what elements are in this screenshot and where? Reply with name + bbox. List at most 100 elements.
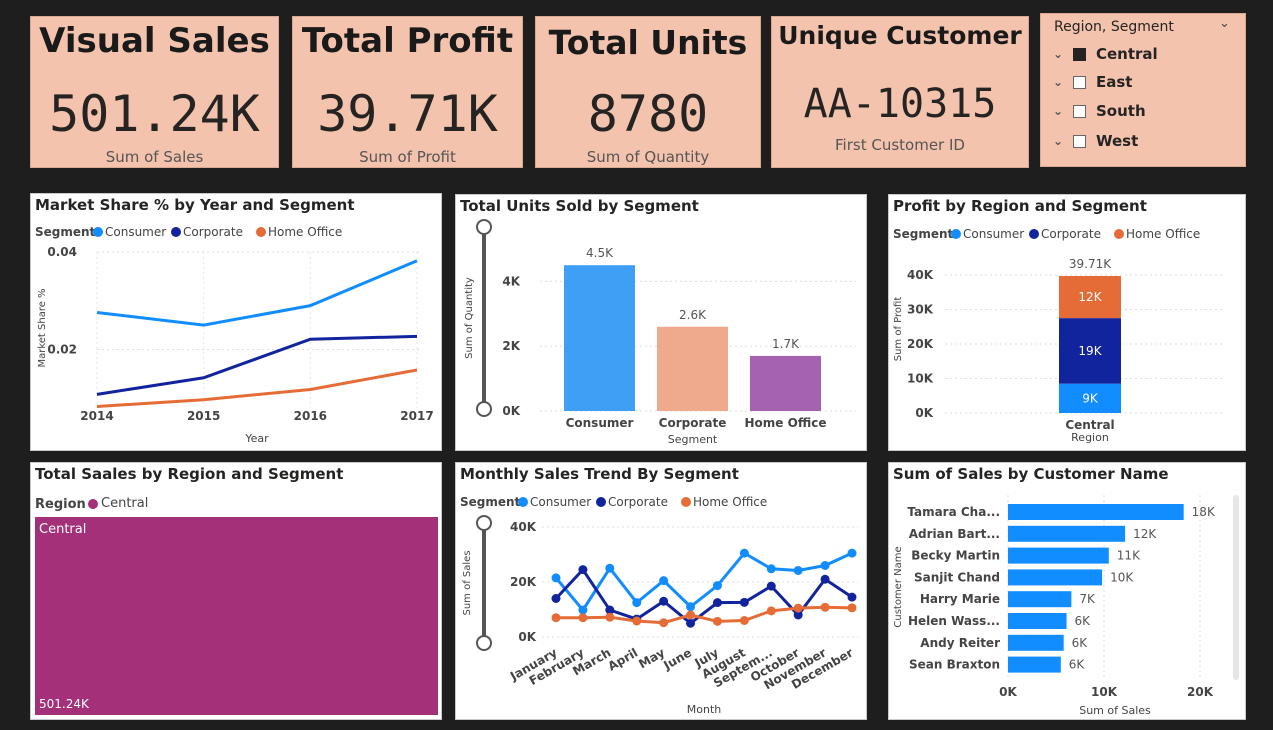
y-tick-label: Andy Reiter [920,636,1000,650]
data-label: 6K [1069,658,1086,672]
x-axis-title: Region [1071,431,1109,444]
x-tick-label: 0K [999,685,1017,699]
kpi-subtitle: First Customer ID [835,136,965,154]
data-point [632,598,642,608]
slicer-item-south[interactable]: ⌄ South [1053,100,1146,122]
legend-item: Corporate [183,225,243,239]
legend-title: Segment [35,225,96,239]
customers-chart: 0K 10K 20K Customer Name Sum of Sales Tamara … [893,495,1216,717]
data-point [847,548,857,558]
data-point [766,564,776,574]
x-tick-label: Home Office [745,416,827,430]
legend-dot-icon [256,227,266,237]
data-point [659,618,669,628]
legend-dot-icon [951,229,961,239]
y-tick-label: 20K [907,337,934,351]
data-point [766,581,776,591]
y-tick-label: 0.02 [47,343,77,357]
bar [1008,525,1126,542]
treemap-tile-central[interactable]: Central 501.24K [35,517,438,715]
treemap-panel: Total Saales by Region and Segment Regio… [30,462,442,720]
checkbox[interactable] [1073,75,1086,89]
kpi-card-customer: Unique Customer AA-10315 First Customer … [771,16,1029,168]
y-axis-title: Market Share % [37,288,48,367]
chevron-down-icon[interactable]: ⌄ [1053,104,1067,118]
data-point [578,613,588,623]
slicer-item-label: Central [1096,45,1158,63]
series-line [96,259,418,327]
x-tick-label: 20K [1187,685,1214,699]
kpi-subtitle: Sum of Quantity [586,148,710,166]
data-point [605,612,615,622]
x-tick-label: 2017 [400,409,433,423]
checkbox[interactable] [1073,104,1086,118]
bar [657,326,728,411]
bar [564,265,635,411]
y-tick-label: 2K [502,339,520,353]
data-point [793,565,803,575]
market-share-panel: Market Share % by Year and Segment Segme… [30,193,442,451]
customers-panel: Sum of Sales by Customer Name 0K 10K 20K Cu… [888,462,1246,720]
y-axis-title: Sum of Quantity [464,277,475,359]
y-axis-title: Customer Name [893,546,904,627]
data-point [632,616,642,626]
data-label: 4.5K [586,246,614,260]
data-label: 12K [1133,527,1157,541]
y-tick-label: Sean Braxton [909,658,1000,672]
x-tick-label: 10K [1091,685,1118,699]
data-label: 6K [1075,614,1092,628]
data-label: 11K [1117,549,1141,563]
y-tick-label: Adrian Bart... [909,527,1000,541]
y-axis-title: Sum of Profit [893,297,904,362]
slicer-item-west[interactable]: ⌄ West [1053,130,1138,152]
x-axis-title: Month [687,703,722,716]
treemap-tile-value: 501.24K [39,697,89,711]
chevron-down-icon[interactable]: ⌄ [1053,134,1067,148]
data-point [605,563,615,573]
data-point [578,565,588,575]
slider-handle [476,515,492,531]
data-point [739,597,749,607]
kpi-value: 8780 [587,85,709,143]
y-tick-label: Sanjit Chand [914,570,1000,584]
y-tick-label: 20K [510,575,537,589]
slicer-item-label: East [1096,73,1133,91]
data-label: 1.7K [772,337,800,351]
kpi-value: 39.71K [317,85,498,143]
x-tick-label: June [660,645,694,672]
legend-item: Central [101,496,149,511]
x-axis-title: Sum of Sales [1079,704,1151,717]
data-label: 10K [1110,570,1134,584]
scrollbar[interactable] [1233,495,1239,680]
x-tick-label: 2014 [80,409,113,423]
y-tick-label: 0K [502,404,520,418]
slicer-item-label: South [1096,102,1146,120]
kpi-card-sales: Visual Sales 501.24K Sum of Sales [30,16,279,168]
chevron-down-icon[interactable]: ⌄ [1053,47,1067,61]
checkbox[interactable] [1073,47,1086,61]
kpi-subtitle: Sum of Sales [105,148,204,166]
legend-item: Home Office [1126,227,1200,241]
kpi-value: 501.24K [49,85,260,143]
y-tick-label: Tamara Cha... [907,505,1000,519]
chevron-down-icon[interactable]: ⌄ [1219,16,1230,31]
legend-dot-icon [171,227,181,237]
data-point [820,561,830,570]
slicer-item-central[interactable]: ⌄ Central [1053,43,1158,65]
legend-dot-icon [681,497,691,507]
checkbox[interactable] [1073,134,1086,148]
data-point [847,592,857,602]
legend-title: Segment [460,495,521,509]
region-segment-slicer[interactable]: Region, Segment ⌄ ⌄ Central ⌄ East ⌄ Sou… [1040,13,1246,167]
kpi-card-units: Total Units 8780 Sum of Quantity [535,16,761,168]
y-tick-label: 0K [915,406,933,420]
legend-dot-icon [1029,229,1039,239]
data-label: 6K [1072,636,1089,650]
units-chart: 0K 2K 4K Sum of Quantity 4.5K Consumer 2.6K Cor… [464,219,856,446]
data-point [551,613,561,623]
data-point [712,581,722,591]
panel-title: Total Units Sold by Segment [460,197,699,215]
slicer-item-east[interactable]: ⌄ East [1053,71,1132,93]
slicer-title: Region, Segment [1054,19,1174,35]
chevron-down-icon[interactable]: ⌄ [1053,75,1067,89]
